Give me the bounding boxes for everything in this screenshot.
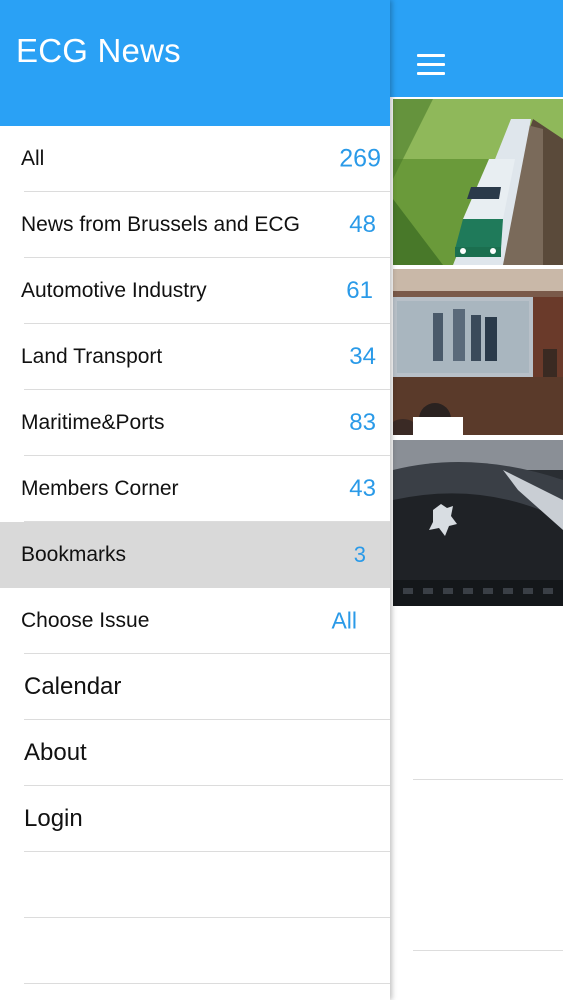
menu-item-bookmarks[interactable]: Bookmarks 3 [0, 522, 390, 588]
menu-item-label: Maritime&Ports [21, 411, 165, 434]
article-thumbnail-conference[interactable] [393, 269, 563, 435]
side-drawer: ECG News All 269 News from Brussels and … [0, 0, 390, 1000]
menu-item-label: News from Brussels and ECG [21, 213, 300, 236]
menu-item-count: 83 [349, 409, 376, 436]
menu-item-label: About [24, 739, 87, 766]
app-screen: ECG News All 269 News from Brussels and … [0, 0, 563, 1000]
menu-item-count: 3 [353, 542, 366, 567]
news-feed [390, 0, 563, 1000]
menu-item-label: Members Corner [21, 477, 179, 500]
menu-item-choose-issue[interactable]: Choose Issue All [0, 588, 390, 654]
menu-item-about[interactable]: About [0, 720, 390, 786]
menu-empty-row [0, 918, 390, 984]
menu-item-count: 43 [349, 475, 376, 502]
category-menu: All 269 News from Brussels and ECG 48 Au… [0, 126, 390, 984]
menu-item-all[interactable]: All 269 [0, 126, 390, 192]
menu-item-calendar[interactable]: Calendar [0, 654, 390, 720]
app-title: ECG News [16, 32, 181, 69]
menu-item-automotive-industry[interactable]: Automotive Industry 61 [0, 258, 390, 324]
feed-divider [413, 779, 563, 780]
menu-item-count: 61 [346, 277, 373, 304]
menu-empty-row [0, 852, 390, 918]
menu-item-news-from-brussels[interactable]: News from Brussels and ECG 48 [0, 192, 390, 258]
menu-item-maritime-ports[interactable]: Maritime&Ports 83 [0, 390, 390, 456]
menu-item-label: Automotive Industry [21, 279, 207, 302]
menu-item-label: All [21, 147, 45, 170]
hamburger-menu-icon[interactable] [417, 54, 447, 76]
feed-header [390, 0, 563, 97]
menu-item-count: 269 [339, 144, 381, 173]
menu-item-label: Calendar [24, 673, 122, 700]
menu-separator [24, 983, 390, 984]
menu-item-label: Login [24, 805, 83, 832]
menu-item-label: Choose Issue [21, 609, 150, 632]
article-thumbnail-train[interactable] [393, 99, 563, 265]
issue-selector-value[interactable]: All [331, 608, 357, 635]
menu-item-login[interactable]: Login [0, 786, 390, 852]
menu-item-count: 48 [349, 211, 376, 238]
menu-item-land-transport[interactable]: Land Transport 34 [0, 324, 390, 390]
drawer-header: ECG News [0, 0, 390, 126]
menu-item-label: Land Transport [21, 345, 163, 368]
menu-item-members-corner[interactable]: Members Corner 43 [0, 456, 390, 522]
menu-item-label: Bookmarks [21, 543, 127, 566]
feed-divider [413, 950, 563, 951]
menu-item-count: 34 [349, 343, 376, 370]
article-thumbnail-peugeot[interactable] [393, 440, 563, 606]
